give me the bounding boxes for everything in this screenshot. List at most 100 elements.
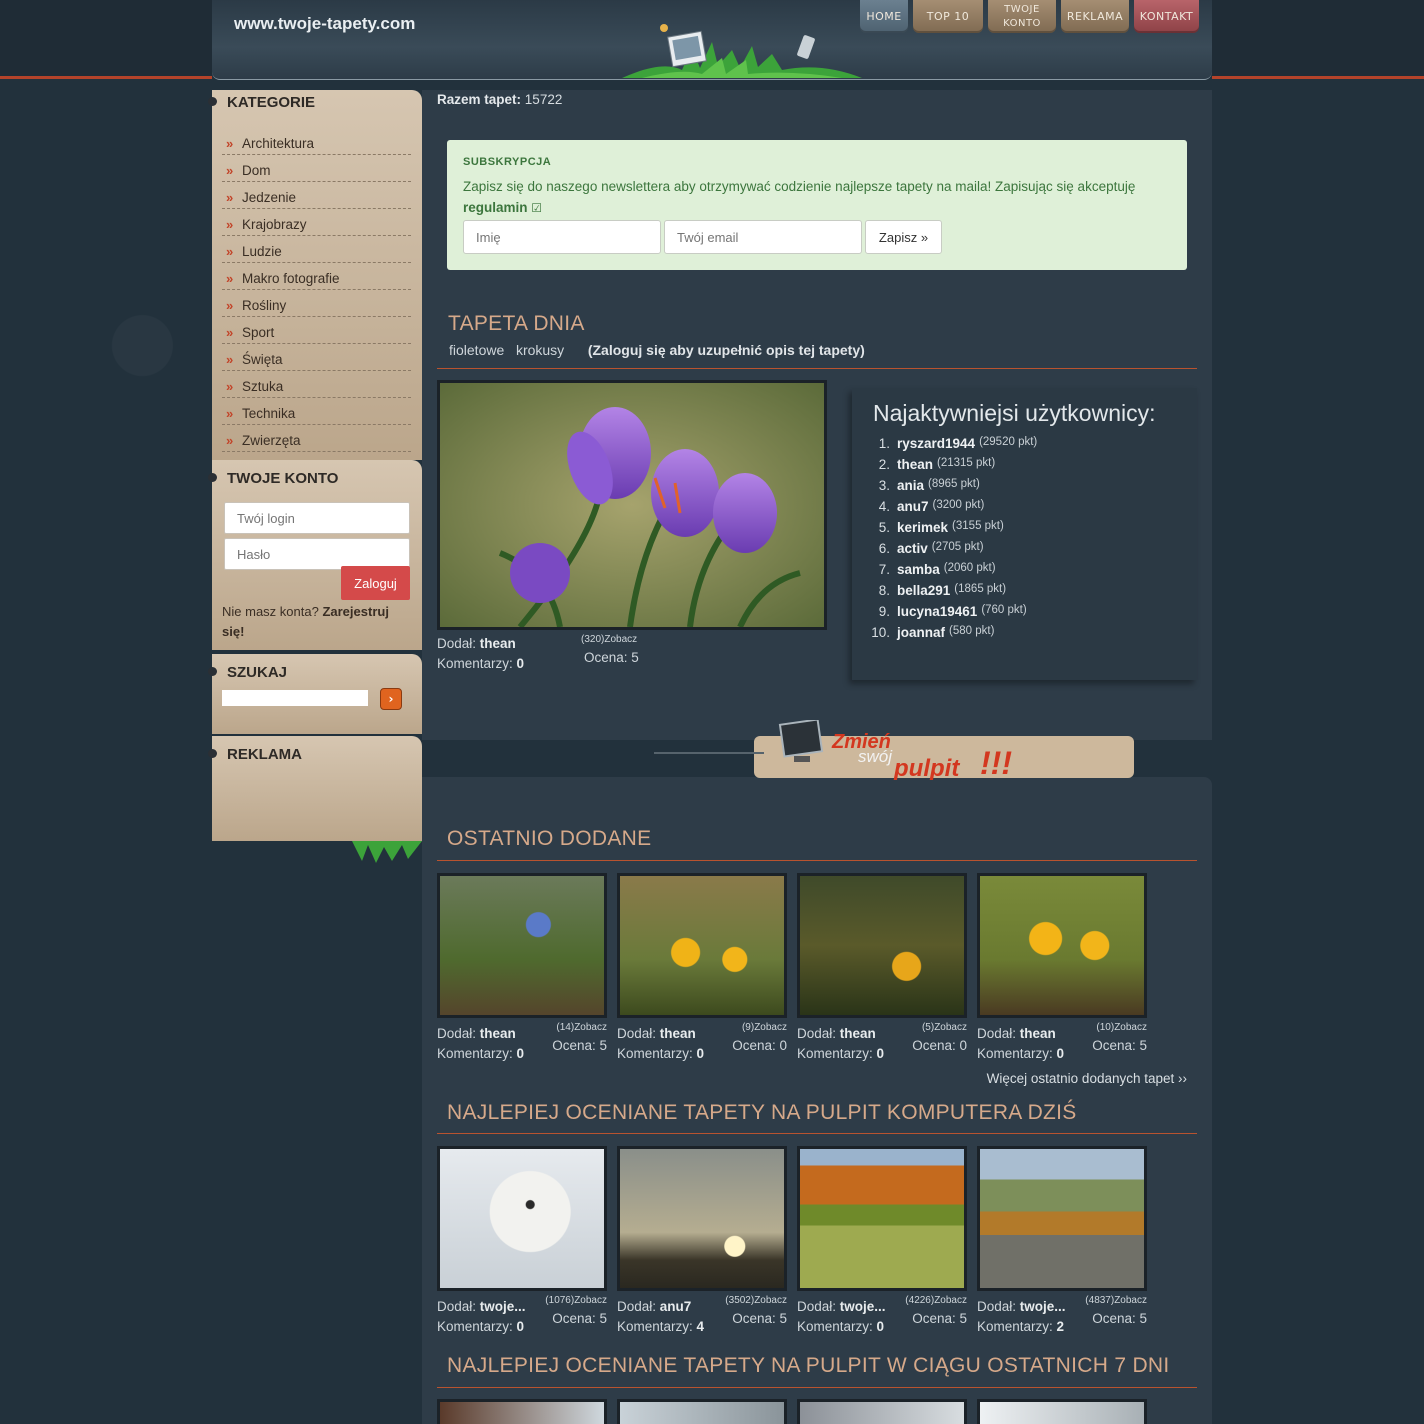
category-dom[interactable]: » Dom (222, 155, 411, 182)
active-users-panel: Najaktywniejsi użytkownicy: 1. ryszard194… (852, 388, 1197, 680)
category-swieta[interactable]: » Święta (222, 344, 411, 371)
author-link[interactable]: twoje... (840, 1299, 886, 1314)
wallpaper-thumbnail[interactable] (437, 1146, 607, 1291)
arrow-icon: » (226, 406, 234, 421)
wallpaper-thumbnail[interactable] (617, 1146, 787, 1291)
tag-link[interactable]: fioletowe (449, 342, 504, 358)
author-link[interactable]: thean (660, 1026, 696, 1041)
category-zwierzeta[interactable]: » Zwierzęta (222, 425, 411, 452)
top-navigation: HOME TOP 10 TWOJE KONTO REKLAMA KONTAKT (860, 0, 1199, 33)
user-link[interactable]: samba (897, 562, 940, 583)
view-link[interactable]: Zobacz (754, 1295, 787, 1306)
wallpaper-of-day-image[interactable] (437, 380, 827, 630)
wallpaper-thumbnail[interactable] (437, 873, 607, 1018)
view-link[interactable]: Zobacz (604, 634, 637, 645)
grass-decoration (332, 841, 422, 863)
wallpaper-thumbnail[interactable] (437, 1399, 607, 1424)
search-input[interactable] (222, 690, 368, 706)
view-link[interactable]: Zobacz (934, 1022, 967, 1033)
wallpaper-card: Dodał: twoje... Komentarzy: 2 (4837)Zobac… (977, 1146, 1147, 1335)
user-link[interactable]: bella291 (897, 583, 950, 604)
user-item: 1. ryszard1944 (29520 pkt) (870, 436, 1038, 457)
wallpaper-thumbnail[interactable] (797, 873, 967, 1018)
category-krajobrazy[interactable]: » Krajobrazy (222, 209, 411, 236)
search-button[interactable]: › (380, 688, 402, 710)
user-link[interactable]: ania (897, 478, 924, 499)
nav-top10[interactable]: TOP 10 (913, 0, 983, 33)
login-input[interactable] (224, 502, 410, 534)
wallpaper-thumbnail[interactable] (977, 873, 1147, 1018)
category-sport[interactable]: » Sport (222, 317, 411, 344)
terms-link[interactable]: regulamin (463, 200, 528, 215)
active-users-title: Najaktywniejsi użytkownicy: (873, 400, 1156, 426)
wallpaper-thumbnail[interactable] (977, 1399, 1147, 1424)
view-link[interactable]: Zobacz (1114, 1295, 1147, 1306)
author-link[interactable]: thean (480, 636, 516, 651)
author-link[interactable]: thean (1020, 1026, 1056, 1041)
arrow-icon: » (226, 325, 234, 340)
category-ludzie[interactable]: » Ludzie (222, 236, 411, 263)
change-desktop-banner[interactable]: Zmień swój pulpit !!! (654, 720, 1214, 780)
site-logo[interactable]: www.twoje-tapety.com (234, 14, 415, 34)
nav-kontakt[interactable]: KONTAKT (1134, 0, 1199, 33)
category-rosliny[interactable]: » Rośliny (222, 290, 411, 317)
wallpaper-thumbnail[interactable] (797, 1399, 967, 1424)
arrow-icon: » (226, 352, 234, 367)
wallpaper-card (797, 1399, 967, 1424)
nav-reklama[interactable]: REKLAMA (1061, 0, 1129, 33)
user-item: 4. anu7 (3200 pkt) (870, 499, 1037, 520)
login-button[interactable]: Zaloguj (341, 566, 410, 600)
newsletter-name-input[interactable] (463, 220, 661, 254)
author-link[interactable]: twoje... (480, 1299, 526, 1314)
wallpaper-thumbnail[interactable] (977, 1146, 1147, 1291)
wallpaper-of-day-title: TAPETA DNIA (448, 312, 585, 335)
author-link[interactable]: twoje... (1020, 1299, 1066, 1314)
ads-panel: REKLAMA (208, 736, 422, 863)
author-link[interactable]: anu7 (660, 1299, 692, 1314)
main-bottom-area: OSTATNIO DODANE Dodał: thean Komentarzy: … (422, 777, 1212, 1424)
wallpaper-thumbnail[interactable] (797, 1146, 967, 1291)
view-link[interactable]: Zobacz (574, 1022, 607, 1033)
view-link[interactable]: Zobacz (934, 1295, 967, 1306)
user-link[interactable]: thean (897, 457, 933, 478)
author-link[interactable]: thean (480, 1026, 516, 1041)
newsletter-email-input[interactable] (664, 220, 862, 254)
user-link[interactable]: kerimek (897, 520, 948, 541)
nav-home[interactable]: HOME (860, 0, 908, 33)
user-link[interactable]: anu7 (897, 499, 929, 520)
category-technika[interactable]: » Technika (222, 398, 411, 425)
main-content: Razem tapet: 15722 SUBSKRYPCJA Zapisz si… (422, 90, 1212, 1424)
category-architektura[interactable]: » Architektura (222, 128, 411, 155)
tag-link[interactable]: krokusy (516, 342, 564, 358)
category-sztuka[interactable]: » Sztuka (222, 371, 411, 398)
newsletter-box: SUBSKRYPCJA Zapisz się do naszego newsle… (447, 140, 1187, 270)
newsletter-submit-button[interactable]: Zapisz » (865, 220, 942, 254)
more-recent-link[interactable]: Więcej ostatnio dodanych tapet ›› (987, 1071, 1187, 1086)
view-link[interactable]: Zobacz (1114, 1022, 1147, 1033)
wallpaper-thumbnail[interactable] (617, 873, 787, 1018)
user-link[interactable]: joannaf (897, 625, 945, 646)
wallpaper-card: Dodał: twoje... Komentarzy: 0 (1076)Zobac… (437, 1146, 607, 1335)
arrow-icon: » (226, 190, 234, 205)
category-makro[interactable]: » Makro fotografie (222, 263, 411, 290)
main-top-area: Razem tapet: 15722 SUBSKRYPCJA Zapisz si… (422, 90, 1212, 740)
view-link[interactable]: Zobacz (574, 1295, 607, 1306)
site-header: www.twoje-tapety.com HOME TOP 10 TWOJE K… (212, 0, 1212, 80)
recent-row: Dodał: thean Komentarzy: 0 (14)Zobacz Oce… (437, 873, 1147, 1062)
category-jedzenie[interactable]: » Jedzenie (222, 182, 411, 209)
banner-text-exclaim: !!! (980, 745, 1012, 780)
user-link[interactable]: activ (897, 541, 928, 562)
categories-title: KATEGORIE (208, 90, 422, 120)
nav-twoje-konto[interactable]: TWOJE KONTO (988, 0, 1056, 33)
wallpaper-thumbnail[interactable] (617, 1399, 787, 1424)
crocus-image (440, 383, 824, 629)
user-link[interactable]: ryszard1944 (897, 436, 975, 457)
view-link[interactable]: Zobacz (754, 1022, 787, 1033)
ads-title: REKLAMA (208, 742, 422, 772)
user-link[interactable]: lucyna19461 (897, 604, 977, 625)
arrow-icon: » (226, 244, 234, 259)
author-link[interactable]: thean (840, 1026, 876, 1041)
wallpaper-card (437, 1399, 607, 1424)
top-rated-today-row: Dodał: twoje... Komentarzy: 0 (1076)Zobac… (437, 1146, 1147, 1335)
user-item: 5. kerimek (3155 pkt) (870, 520, 1037, 541)
